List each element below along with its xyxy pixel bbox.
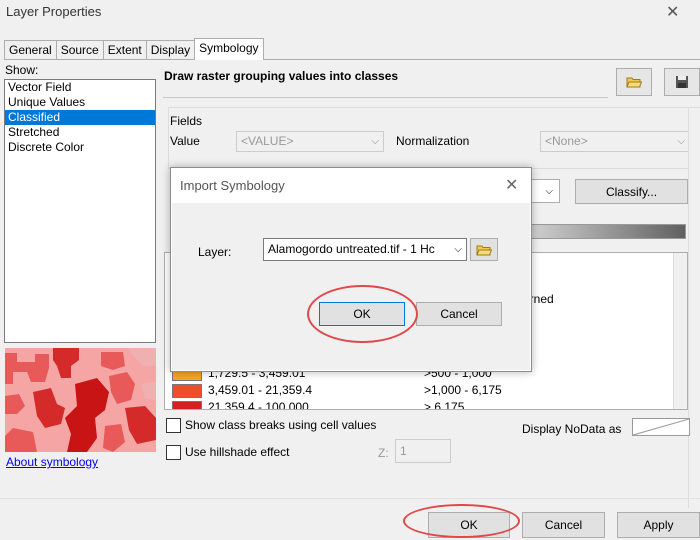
show-class-breaks-label: Show class breaks using cell values	[185, 418, 377, 432]
chevron-down-icon: ⌵	[371, 136, 379, 147]
footer-divider	[0, 498, 700, 499]
highlight-oval	[307, 285, 418, 343]
folder-open-icon	[476, 245, 492, 255]
save-icon	[676, 76, 688, 88]
table-row[interactable]: 3,459.01 - 21,359.4 >1,000 - 6,175	[172, 383, 672, 400]
class-label: > 6,175	[424, 400, 465, 409]
chevron-down-icon: ⌵	[545, 185, 553, 197]
highlight-oval	[403, 504, 520, 538]
value-field-combo[interactable]: <VALUE> ⌵	[236, 131, 384, 152]
tab-general[interactable]: General	[4, 40, 57, 60]
chevron-down-icon: ⌵	[454, 244, 462, 255]
class-color-swatch[interactable]	[172, 401, 202, 409]
class-label: >1,000 - 6,175	[424, 383, 502, 397]
normalization-combo-text: <None>	[545, 134, 588, 148]
layer-select-text: Alamogordo untreated.tif - 1 Hc	[268, 242, 435, 256]
list-item-vector-field[interactable]: Vector Field	[5, 80, 155, 95]
normalization-combo[interactable]: <None> ⌵	[540, 131, 690, 152]
dialog-cancel-button[interactable]: Cancel	[416, 302, 502, 326]
renderer-list[interactable]: Vector Field Unique Values Classified St…	[4, 79, 156, 343]
save-symbology-button[interactable]	[664, 68, 700, 96]
window-title: Layer Properties	[6, 4, 102, 19]
folder-open-icon	[626, 77, 642, 88]
dialog-title: Import Symbology	[180, 178, 285, 193]
apply-button[interactable]: Apply	[617, 512, 700, 538]
list-item-stretched[interactable]: Stretched	[5, 125, 155, 140]
nodata-label: Display NoData as	[522, 422, 622, 436]
value-field-combo-text: <VALUE>	[241, 134, 294, 148]
no-color-icon	[632, 418, 690, 436]
chevron-down-icon: ⌵	[677, 136, 685, 147]
tab-bar: General Source Extent Display Symbology	[4, 38, 264, 60]
import-symbology-button[interactable]	[616, 68, 652, 96]
z-label: Z:	[378, 446, 389, 460]
value-label: Value	[170, 134, 200, 148]
tab-extent[interactable]: Extent	[102, 40, 147, 60]
layer-select[interactable]: Alamogordo untreated.tif - 1 Hc ⌵	[263, 238, 467, 261]
class-color-swatch[interactable]	[172, 384, 202, 398]
heading-divider	[163, 97, 608, 98]
page-title: Draw raster grouping values into classes	[164, 69, 399, 83]
tab-display[interactable]: Display	[145, 40, 196, 60]
show-class-breaks-checkbox[interactable]	[166, 418, 181, 433]
tab-source[interactable]: Source	[55, 40, 104, 60]
list-item-discrete-color[interactable]: Discrete Color	[5, 140, 155, 155]
cancel-button[interactable]: Cancel	[522, 512, 605, 538]
class-range: 21,359.4 - 100,000	[208, 400, 309, 409]
hillshade-checkbox[interactable]	[166, 445, 181, 460]
normalization-label: Normalization	[396, 134, 470, 148]
table-row[interactable]: 21,359.4 - 100,000 > 6,175	[172, 400, 672, 409]
list-item-unique-values[interactable]: Unique Values	[5, 95, 155, 110]
color-ramp-label-edge	[162, 218, 170, 230]
layer-label: Layer:	[198, 245, 232, 259]
nodata-color-swatch[interactable]	[632, 418, 690, 436]
about-symbology-link[interactable]: About symbology	[6, 455, 98, 469]
close-icon[interactable]: ✕	[505, 175, 518, 195]
vertical-scrollbar[interactable]	[688, 108, 700, 508]
z-factor-input[interactable]: 1	[395, 439, 451, 463]
classify-button[interactable]: Classify...	[575, 179, 688, 204]
list-item-classified[interactable]: Classified	[5, 110, 155, 125]
classes-combo[interactable]: ⌵	[530, 179, 560, 203]
browse-layer-button[interactable]	[470, 238, 498, 261]
fields-group-label: Fields	[170, 114, 203, 128]
tab-panel-border	[4, 59, 700, 60]
hillshade-label: Use hillshade effect	[185, 445, 290, 459]
show-label: Show:	[5, 63, 39, 77]
tab-symbology[interactable]: Symbology	[194, 38, 264, 60]
class-range: 3,459.01 - 21,359.4	[208, 383, 313, 397]
close-icon[interactable]: ✕	[666, 2, 679, 22]
color-ramp-combo[interactable]	[530, 224, 686, 239]
symbology-preview-image	[5, 348, 156, 452]
table-scrollbar[interactable]	[673, 253, 687, 409]
